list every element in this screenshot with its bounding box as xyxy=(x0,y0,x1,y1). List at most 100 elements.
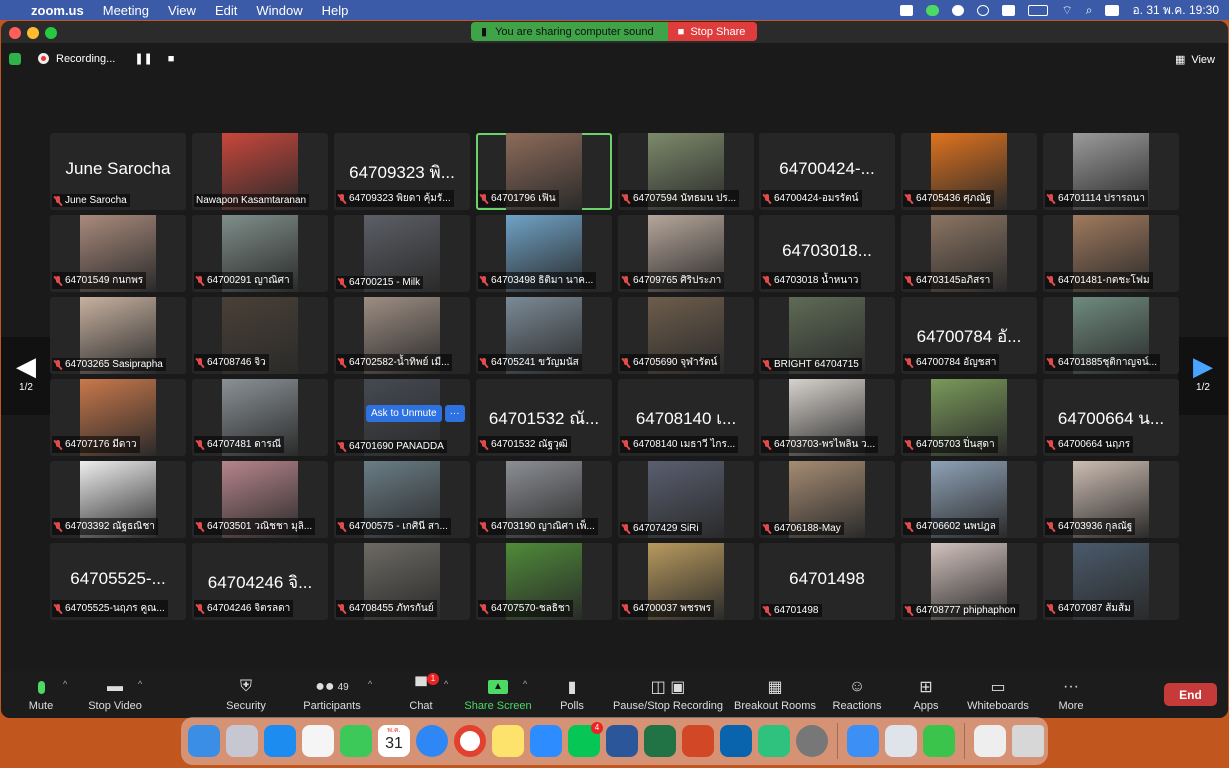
facetime-icon[interactable] xyxy=(340,725,372,757)
whiteboards-button[interactable]: ▭ Whiteboards xyxy=(958,677,1038,712)
play-status-icon[interactable] xyxy=(977,4,990,16)
participant-tile[interactable]: 64707594 นัทธมน ปร... xyxy=(618,133,754,210)
notes-icon[interactable] xyxy=(492,725,524,757)
apps-button[interactable]: ⊞ Apps xyxy=(886,677,966,712)
participant-tile[interactable]: 64709323 พิ... 64709323 พิยดา คุ้มรั... xyxy=(334,133,470,210)
polls-button[interactable]: ▮ Polls xyxy=(532,677,612,712)
participant-tile[interactable]: 64705525-... 64705525-นฤภร คูณ... xyxy=(50,543,186,620)
participant-tile[interactable]: 64707429 SiRi xyxy=(618,461,754,538)
participant-tile[interactable]: 64707570-ชลธิชา xyxy=(476,543,612,620)
battery-icon[interactable] xyxy=(1028,4,1049,16)
previous-page-button[interactable]: ◀ 1/2 xyxy=(1,337,51,415)
menu-view[interactable]: View xyxy=(168,3,196,18)
line-status-icon[interactable] xyxy=(926,4,940,16)
participant-tile[interactable]: Nawapon Kasamtaranan xyxy=(192,133,328,210)
finder-icon[interactable] xyxy=(188,725,220,757)
zoom-status-icon[interactable] xyxy=(900,4,914,16)
participant-tile[interactable]: 64703703-พรไพลิน ว... xyxy=(759,379,895,456)
participant-tile[interactable]: 64700215 - Milk xyxy=(334,215,470,292)
participant-tile[interactable]: 64705241 ขวัญมนัส xyxy=(476,297,612,374)
video-options-caret-icon[interactable]: ^ xyxy=(138,679,142,689)
participant-tile[interactable]: 64709765 ศิริประภา xyxy=(618,215,754,292)
participant-tile[interactable]: 64703936 กุลณัฐ xyxy=(1043,461,1179,538)
line-icon[interactable]: 4 xyxy=(568,722,603,757)
participant-tile[interactable]: 64701532 ณั... 64701532 ณัฐวุฒิ xyxy=(476,379,612,456)
control-center-icon[interactable] xyxy=(1105,4,1120,16)
line-manager-icon[interactable] xyxy=(758,725,790,757)
zoom-icon[interactable] xyxy=(530,725,562,757)
calendar-icon[interactable]: พ.ค. 31 xyxy=(378,725,410,757)
participants-button[interactable]: ●● 49 Participants xyxy=(292,677,372,712)
chrome-icon[interactable] xyxy=(454,725,486,757)
trash-icon[interactable] xyxy=(1012,725,1044,757)
stop-video-button[interactable]: ▬ Stop Video xyxy=(75,677,155,712)
reactions-button[interactable]: ☺ Reactions xyxy=(817,677,897,712)
powerpoint-icon[interactable] xyxy=(682,725,714,757)
forward-status-icon[interactable] xyxy=(952,4,965,16)
ask-to-unmute-button[interactable]: Ask to Unmute xyxy=(366,405,442,422)
participant-tile[interactable]: 64700784 อั... 64700784 อัญชสา xyxy=(901,297,1037,374)
minimize-window-button[interactable] xyxy=(27,27,39,39)
security-button[interactable]: ⛨ Security xyxy=(206,677,286,712)
participant-tile[interactable]: 64700664 น... 64700664 นฤภร xyxy=(1043,379,1179,456)
app-store-icon[interactable] xyxy=(264,725,296,757)
participant-tile[interactable]: 64701481-กตชะโฟม xyxy=(1043,215,1179,292)
view-button[interactable]: ▦ View xyxy=(1175,53,1215,67)
menu-edit[interactable]: Edit xyxy=(215,3,237,18)
word-icon[interactable] xyxy=(606,725,638,757)
menu-help[interactable]: Help xyxy=(322,3,349,18)
zoom-window-button[interactable] xyxy=(45,27,57,39)
participant-tile[interactable]: 64703265 Sasiprapha xyxy=(50,297,186,374)
participant-tile[interactable]: 64707176 มีดาว xyxy=(50,379,186,456)
next-page-button[interactable]: ▶ 1/2 xyxy=(1178,337,1228,415)
participant-tile[interactable]: 64701498 64701498 xyxy=(759,543,895,620)
tile-more-button[interactable]: ··· xyxy=(444,405,465,422)
chat-options-caret-icon[interactable]: ^ xyxy=(444,679,448,689)
end-meeting-button[interactable]: End xyxy=(1164,683,1217,706)
mute-button[interactable]: Mute xyxy=(1,677,81,712)
system-preferences-icon[interactable] xyxy=(796,725,828,757)
stop-recording-icon[interactable]: ■ xyxy=(168,53,175,65)
participant-tile[interactable]: 64704246 จิ... 64704246 จิตรลดา xyxy=(192,543,328,620)
participant-tile[interactable]: 64703018... 64703018 น้ำหนาว xyxy=(759,215,895,292)
safari-icon[interactable] xyxy=(416,725,448,757)
participant-tile[interactable]: 64703498 ธิติมา นาค... xyxy=(476,215,612,292)
notion-status-icon[interactable] xyxy=(1002,4,1016,16)
wifi-icon[interactable]: ⌔ xyxy=(1061,3,1072,18)
mail-icon[interactable] xyxy=(847,725,879,757)
launchpad-icon[interactable] xyxy=(226,725,258,757)
pause-recording-icon[interactable]: ❚❚ xyxy=(134,52,152,65)
pause-stop-recording-button[interactable]: ◫ ▣ Pause/Stop Recording xyxy=(608,677,728,712)
participant-tile[interactable]: 64707481 ดารณี xyxy=(192,379,328,456)
participant-tile[interactable]: 64708140 เ... 64708140 เมธาวี ไกร... xyxy=(618,379,754,456)
menu-meeting[interactable]: Meeting xyxy=(103,3,149,18)
clock[interactable]: อ. 31 พ.ค. 19:30 xyxy=(1132,1,1219,20)
close-window-button[interactable] xyxy=(9,27,21,39)
more-button[interactable]: ··· More xyxy=(1031,677,1111,712)
participant-tile[interactable]: 64700575 - เกศินี สา... xyxy=(334,461,470,538)
menu-window[interactable]: Window xyxy=(256,3,302,18)
share-options-caret-icon[interactable]: ^ xyxy=(523,679,527,689)
menu-app-name[interactable]: zoom.us xyxy=(31,3,84,18)
audio-options-caret-icon[interactable]: ^ xyxy=(63,679,67,689)
participant-tile[interactable]: 64701114 ปรารถนา xyxy=(1043,133,1179,210)
participant-tile[interactable]: 64703145อภิสรา xyxy=(901,215,1037,292)
participant-tile[interactable]: 64707087 ส้มส้ม xyxy=(1043,543,1179,620)
participant-tile[interactable]: 64705690 จุฬารัตน์ xyxy=(618,297,754,374)
excel-icon[interactable] xyxy=(644,725,676,757)
participant-tile[interactable]: 64708746 จิว xyxy=(192,297,328,374)
breakout-rooms-button[interactable]: ▦ Breakout Rooms xyxy=(729,677,821,712)
participant-tile[interactable]: 64700291 ญาณิศา xyxy=(192,215,328,292)
shield-icon[interactable] xyxy=(9,52,21,65)
preview-icon[interactable] xyxy=(885,725,917,757)
participant-tile[interactable]: 64705436 ศุภณัฐ xyxy=(901,133,1037,210)
participant-tile[interactable]: 64703501 วณิชชา มุลิ... xyxy=(192,461,328,538)
participant-tile[interactable]: 64706188-May xyxy=(759,461,895,538)
participant-tile[interactable]: 64700424-... 64700424-อมรรัตน์ xyxy=(759,133,895,210)
outlook-icon[interactable] xyxy=(720,725,752,757)
photos-icon[interactable] xyxy=(302,725,334,757)
numbers-icon[interactable] xyxy=(923,725,955,757)
participant-tile[interactable]: 64700037 พชรพร xyxy=(618,543,754,620)
participant-tile[interactable]: 64705703 ปิ่นสุดา xyxy=(901,379,1037,456)
participant-tile[interactable]: 64708777 phiphaphon xyxy=(901,543,1037,620)
